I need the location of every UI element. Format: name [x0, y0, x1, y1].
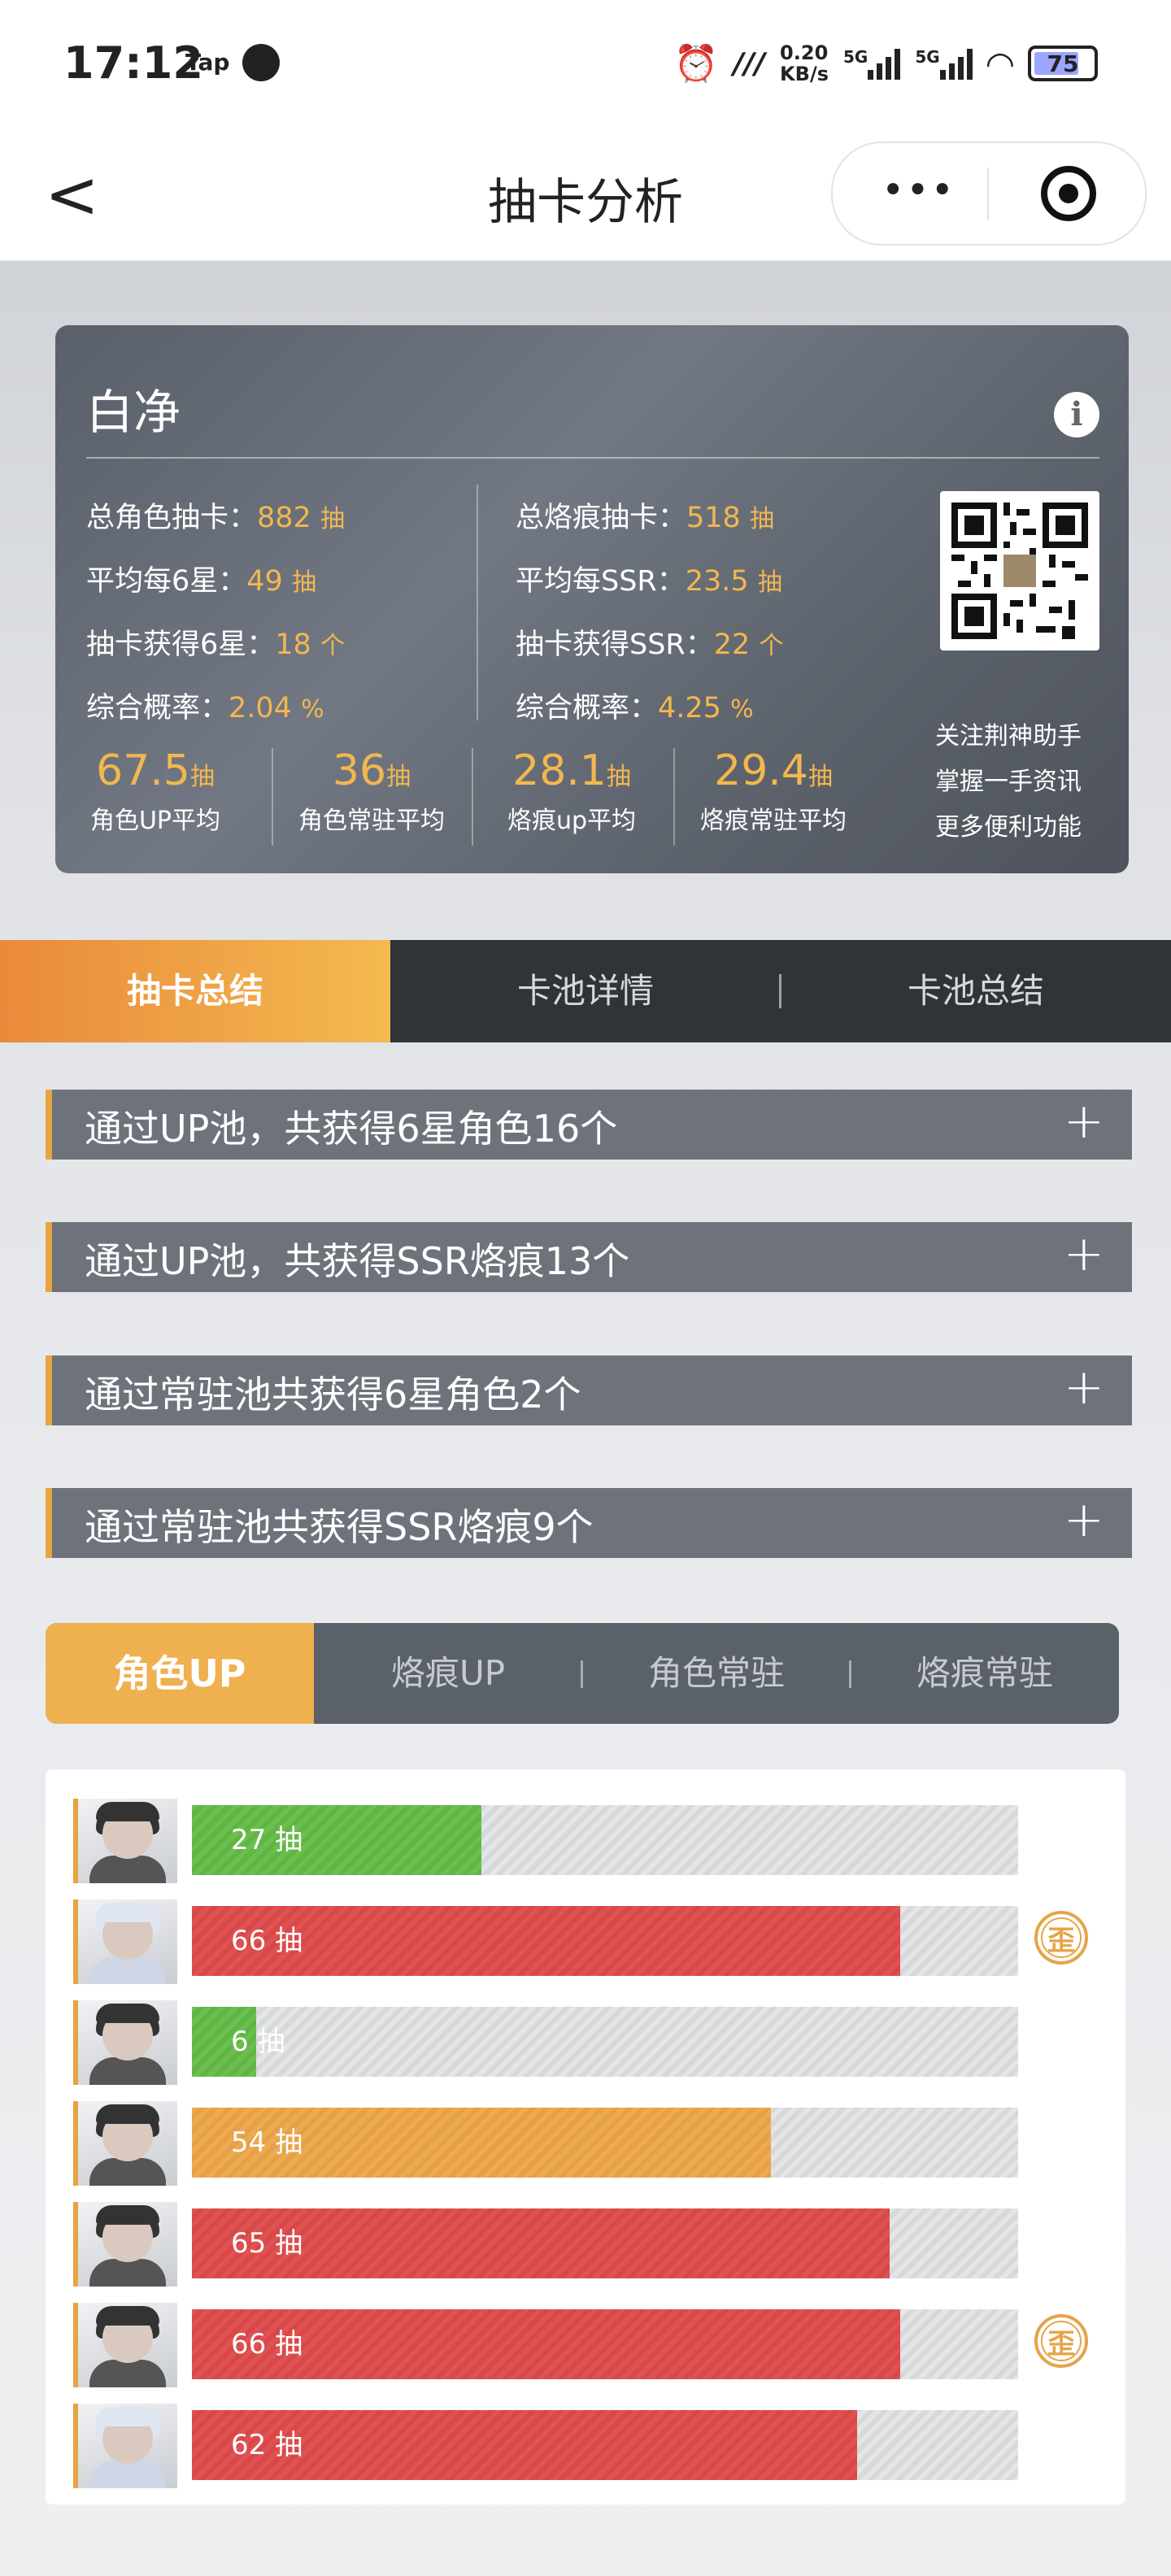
summary-item[interactable]: 通过UP池，共获得6星角色16个 +	[46, 1090, 1132, 1160]
more-button[interactable]: •••	[882, 168, 956, 213]
tab-imprint-standard[interactable]: 烙痕常驻	[851, 1623, 1119, 1724]
qr-code	[940, 491, 1099, 651]
pool-tabs: 角色UP 烙痕UP 角色常驻 烙痕常驻	[46, 1623, 1119, 1724]
app-notification-icon	[242, 44, 280, 81]
avg-character-up: 67.5抽 角色UP平均	[89, 746, 221, 835]
nav-bar: < 抽卡分析 •••	[0, 130, 1171, 261]
promo-line: 更多便利功能	[935, 813, 1082, 842]
stat-total-character-pulls: 总角色抽卡：882 抽	[86, 502, 345, 534]
pull-row: 54 抽	[46, 2101, 1125, 2186]
divider	[86, 457, 1099, 459]
pull-count-label: 54 抽	[231, 2126, 303, 2159]
player-name: 白净	[86, 385, 181, 440]
taptap-icon: Tap	[185, 49, 230, 76]
expand-icon[interactable]: +	[1064, 1491, 1104, 1548]
promo-line: 掌握一手资讯	[935, 768, 1082, 796]
tab-imprint-up[interactable]: 烙痕UP	[314, 1623, 582, 1724]
summary-item[interactable]: 通过UP池，共获得SSR烙痕13个 +	[46, 1222, 1132, 1292]
nfc-icon: ///	[733, 46, 766, 80]
pull-row: 65 抽	[46, 2202, 1125, 2287]
character-avatar	[73, 2101, 177, 2186]
status-time: 17:12	[63, 37, 203, 89]
stats-card: 白净 i 总角色抽卡：882 抽 平均每6星：49 抽 抽卡获得6星：18 个 …	[55, 325, 1129, 873]
avg-imprint-up: 28.1抽 烙痕up平均	[507, 746, 637, 835]
stat-avg-6star: 平均每6星：49 抽	[86, 565, 316, 598]
off-banner-badge: 歪	[1034, 2314, 1088, 2368]
status-icons: ⏰ /// 0.20 KB/s 5G 5G ◠ 75	[674, 42, 1098, 85]
alarm-icon: ⏰	[673, 43, 719, 85]
avg-character-standard: 36抽 角色常驻平均	[298, 746, 445, 835]
pull-count-label: 62 抽	[231, 2429, 303, 2461]
capsule-divider	[987, 168, 989, 220]
pull-bar-track: 65 抽	[192, 2208, 1018, 2278]
character-avatar	[73, 2202, 177, 2287]
off-banner-badge: 歪	[1034, 1911, 1088, 1965]
expand-icon[interactable]: +	[1064, 1093, 1104, 1150]
main-tabs: 抽卡总结 卡池详情 卡池总结	[0, 940, 1171, 1042]
pull-count-label: 27 抽	[231, 1824, 303, 1856]
status-bar: 17:12 Tap ⏰ /// 0.20 KB/s 5G 5G ◠ 75	[0, 0, 1171, 130]
pull-count-label: 6 抽	[231, 2026, 285, 2058]
expand-icon[interactable]: +	[1064, 1359, 1104, 1416]
wifi-icon: ◠	[986, 43, 1013, 84]
tab-character-up[interactable]: 角色UP	[46, 1623, 314, 1724]
pull-count-label: 66 抽	[231, 1925, 303, 1957]
expand-icon[interactable]: +	[1064, 1225, 1104, 1282]
divider	[477, 485, 478, 720]
tab-pool-detail[interactable]: 卡池详情	[390, 940, 781, 1042]
info-icon[interactable]: i	[1054, 392, 1099, 437]
stat-imprint-rate: 综合概率：4.25 %	[516, 692, 754, 724]
network-speed: 0.20 KB/s	[780, 41, 829, 85]
pull-row: 66 抽 歪	[46, 1899, 1125, 1984]
pull-row: 62 抽	[46, 2404, 1125, 2488]
character-avatar	[73, 2404, 177, 2488]
character-avatar	[73, 2303, 177, 2387]
pull-bar-track: 66 抽	[192, 1906, 1018, 1976]
signal-1-icon: 5G	[843, 47, 901, 80]
pull-bar-track: 66 抽	[192, 2309, 1018, 2379]
pull-count-label: 65 抽	[231, 2227, 303, 2260]
pull-row: 66 抽 歪	[46, 2303, 1125, 2387]
pull-bar-track: 62 抽	[192, 2410, 1018, 2480]
miniprogram-capsule: •••	[831, 141, 1147, 246]
character-avatar	[73, 1899, 177, 1984]
pull-bar-track: 54 抽	[192, 2108, 1018, 2178]
summary-item[interactable]: 通过常驻池共获得6星角色2个 +	[46, 1355, 1132, 1425]
stat-total-imprint-pulls: 总烙痕抽卡：518 抽	[516, 502, 774, 534]
pull-row: 6 抽	[46, 2000, 1125, 2085]
avg-imprint-standard: 29.4抽 烙痕常驻平均	[700, 746, 847, 835]
stat-ssr-count: 抽卡获得SSR：22 个	[516, 629, 784, 661]
pull-row: 27 抽	[46, 1799, 1125, 1883]
tab-summary[interactable]: 抽卡总结	[0, 940, 390, 1042]
tab-character-standard[interactable]: 角色常驻	[582, 1623, 851, 1724]
summary-item[interactable]: 通过常驻池共获得SSR烙痕9个 +	[46, 1488, 1132, 1558]
promo-line: 关注荆神助手	[935, 722, 1082, 751]
signal-2-icon: 5G	[915, 47, 973, 80]
stat-avg-ssr: 平均每SSR：23.5 抽	[516, 565, 782, 598]
battery-icon: 75	[1028, 46, 1098, 81]
pull-bar-track: 6 抽	[192, 2007, 1018, 2077]
pull-bar-track: 27 抽	[192, 1805, 1018, 1875]
pull-count-label: 66 抽	[231, 2328, 303, 2361]
close-miniprogram-button[interactable]	[1041, 166, 1096, 221]
character-avatar	[73, 2000, 177, 2085]
pull-history-panel: 27 抽 66 抽歪6 抽 54 抽 65 抽 66 抽歪 62 抽	[46, 1769, 1125, 2504]
tab-pool-summary[interactable]: 卡池总结	[781, 940, 1171, 1042]
stat-character-rate: 综合概率：2.04 %	[86, 692, 324, 724]
stat-6star-count: 抽卡获得6星：18 个	[86, 629, 345, 661]
character-avatar	[73, 1799, 177, 1883]
